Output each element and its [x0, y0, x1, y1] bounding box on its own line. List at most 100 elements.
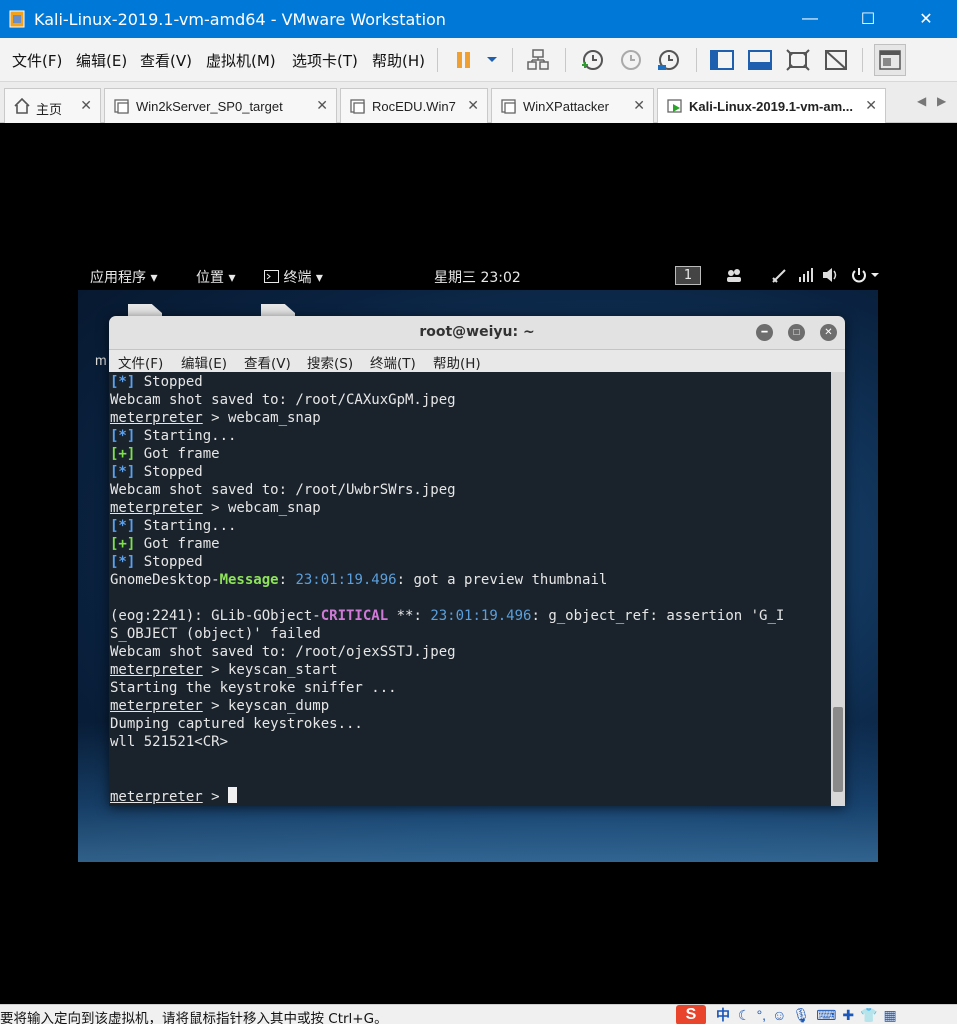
- vm-icon: [501, 99, 516, 114]
- people-icon[interactable]: [725, 268, 743, 283]
- home-icon: [14, 97, 30, 114]
- menu-file[interactable]: 文件(F): [12, 50, 62, 71]
- terminal-maximize-button[interactable]: □: [788, 324, 805, 341]
- snapshot-take-button[interactable]: [578, 46, 606, 74]
- snapshot-revert-button[interactable]: [616, 46, 644, 74]
- terminal-scrollbar[interactable]: [831, 372, 845, 806]
- snapshot-manager-button[interactable]: [654, 46, 682, 74]
- close-icon: ✕: [919, 11, 933, 28]
- menu-edit[interactable]: 编辑(E): [76, 50, 127, 71]
- keyboard-icon[interactable]: ⌨: [816, 1007, 836, 1024]
- snapshot-manager-icon: [658, 50, 679, 70]
- tab-label: Win2kServer_SP0_target: [136, 99, 283, 114]
- tab-scroll-left-icon[interactable]: ◀: [917, 94, 926, 108]
- toolbar-separator: [565, 48, 566, 72]
- menu-toolbar: 文件(F) 编辑(E) 查看(V) 虚拟机(M) 选项卡(T) 帮助(H): [0, 38, 957, 82]
- tab-label: 主页: [36, 102, 63, 117]
- terminal-menu-label: 终端 ▾: [283, 270, 323, 286]
- menu-grid-icon[interactable]: ▦: [884, 1007, 897, 1024]
- close-tab-icon[interactable]: ✕: [316, 97, 328, 114]
- accessibility-icon[interactable]: [771, 268, 787, 283]
- thumbnail-bar-button[interactable]: [746, 46, 774, 74]
- show-library-button[interactable]: [708, 46, 736, 74]
- scrollbar-thumb[interactable]: [833, 707, 843, 792]
- tab-winxpattacker[interactable]: WinXPattacker ✕: [491, 88, 654, 123]
- punctuation-icon[interactable]: °,: [757, 1007, 767, 1023]
- console-view-button[interactable]: [874, 44, 906, 76]
- gnome-terminal-menu[interactable]: 终端 ▾: [264, 267, 323, 287]
- tab-bar: 主页 ✕ Win2kServer_SP0_target ✕ RocEDU.Win…: [0, 82, 957, 124]
- terminal-line: (eog:2241): GLib-GObject-CRITICAL **: 23…: [110, 608, 785, 624]
- terminal-line: meterpreter > keyscan_start: [110, 662, 338, 678]
- terminal-line: Webcam shot saved to: /root/UwbrSWrs.jpe…: [110, 482, 456, 498]
- terminal-window[interactable]: root@weiyu: ~ ━ □ ✕ 文件(F) 编辑(E) 查看(V) 搜索…: [109, 316, 845, 806]
- full-screen-button[interactable]: [784, 46, 812, 74]
- skin-shirt-icon[interactable]: 👕: [860, 1007, 877, 1024]
- maximize-icon: □: [793, 327, 800, 338]
- tab-win2kserver[interactable]: Win2kServer_SP0_target ✕: [104, 88, 337, 123]
- terminal-title-bar[interactable]: root@weiyu: ~ ━ □ ✕: [109, 316, 845, 350]
- menu-tabs[interactable]: 选项卡(T): [292, 50, 358, 71]
- sogou-icon[interactable]: S: [676, 1005, 706, 1024]
- moon-icon[interactable]: ☾: [738, 1007, 751, 1024]
- network-icon[interactable]: [798, 268, 816, 283]
- snapshot-add-icon: [582, 50, 603, 70]
- close-tab-icon[interactable]: ✕: [865, 97, 877, 114]
- gnome-clock[interactable]: 星期三 23:02: [434, 267, 521, 287]
- captured-keystrokes-line: wll 521521<CR>: [110, 734, 229, 750]
- close-tab-icon[interactable]: ✕: [80, 97, 92, 114]
- terminal-minimize-button[interactable]: ━: [756, 324, 773, 341]
- minimize-button[interactable]: —: [787, 0, 833, 38]
- microphone-icon[interactable]: 🎙: [792, 1007, 810, 1024]
- power-dropdown-button[interactable]: [478, 46, 506, 74]
- terminal-close-button[interactable]: ✕: [820, 324, 837, 341]
- pause-button[interactable]: [450, 46, 478, 74]
- gnome-places-menu[interactable]: 位置 ▾: [196, 267, 235, 287]
- workspace-indicator[interactable]: 1: [675, 266, 701, 285]
- terminal-icon: [264, 270, 279, 283]
- ime-language-toggle[interactable]: 中: [716, 1005, 730, 1024]
- menu-help[interactable]: 帮助(H): [372, 50, 425, 71]
- fullscreen-icon: [786, 49, 810, 71]
- toolbar-separator: [862, 48, 863, 72]
- terminal-menu-search[interactable]: 搜索(S): [307, 352, 353, 372]
- toolbox-icon[interactable]: ✚: [842, 1007, 854, 1024]
- maximize-button[interactable]: ☐: [845, 0, 891, 38]
- terminal-title: root@weiyu: ~: [419, 324, 535, 340]
- tab-kali-linux[interactable]: Kali-Linux-2019.1-vm-am... ✕: [657, 88, 886, 124]
- close-tab-icon[interactable]: ✕: [467, 97, 479, 114]
- vm-running-icon: [667, 99, 682, 113]
- gnome-applications-menu[interactable]: 应用程序 ▾: [90, 267, 157, 287]
- menu-view[interactable]: 查看(V): [140, 50, 192, 71]
- emoji-icon[interactable]: ☺: [772, 1007, 786, 1023]
- terminal-menu-terminal[interactable]: 终端(T): [370, 352, 416, 372]
- console-view-icon: [879, 50, 901, 70]
- volume-icon[interactable]: [822, 267, 840, 283]
- terminal-line: S_OBJECT (object)' failed: [110, 626, 321, 642]
- terminal-output[interactable]: [*] Stopped Webcam shot saved to: /root/…: [109, 372, 831, 806]
- tab-scroll-right-icon[interactable]: ▶: [937, 94, 946, 108]
- minimize-icon: ━: [761, 327, 768, 338]
- terminal-line: [*] Stopped: [110, 464, 203, 480]
- terminal-menu-edit[interactable]: 编辑(E): [181, 352, 227, 372]
- terminal-menu-view[interactable]: 查看(V): [244, 352, 291, 372]
- terminal-line: Dumping captured keystrokes...: [110, 716, 363, 732]
- close-button[interactable]: ✕: [903, 0, 949, 38]
- tab-home[interactable]: 主页 ✕: [4, 88, 101, 123]
- close-tab-icon[interactable]: ✕: [633, 97, 645, 114]
- toolbar-separator: [696, 48, 697, 72]
- power-icon[interactable]: [851, 267, 881, 283]
- terminal-line: Starting the keystroke sniffer ...: [110, 680, 397, 696]
- vm-icon: [350, 99, 365, 114]
- minimize-icon: —: [802, 10, 818, 27]
- ime-toolbar[interactable]: S 中 ☾ °, ☺ 🎙 ⌨ ✚ 👕 ▦: [676, 1005, 897, 1024]
- terminal-menu-file[interactable]: 文件(F): [118, 352, 163, 372]
- tab-rocedu-win7[interactable]: RocEDU.Win7 ✕: [340, 88, 488, 123]
- terminal-prompt-line[interactable]: meterpreter >: [110, 787, 238, 805]
- terminal-line: meterpreter > webcam_snap: [110, 500, 321, 516]
- menu-vm[interactable]: 虚拟机(M): [206, 50, 276, 71]
- unity-button[interactable]: [822, 46, 850, 74]
- send-ctrl-alt-del-button[interactable]: [524, 46, 552, 74]
- terminal-menu-help[interactable]: 帮助(H): [433, 352, 481, 372]
- library-icon: [710, 50, 734, 70]
